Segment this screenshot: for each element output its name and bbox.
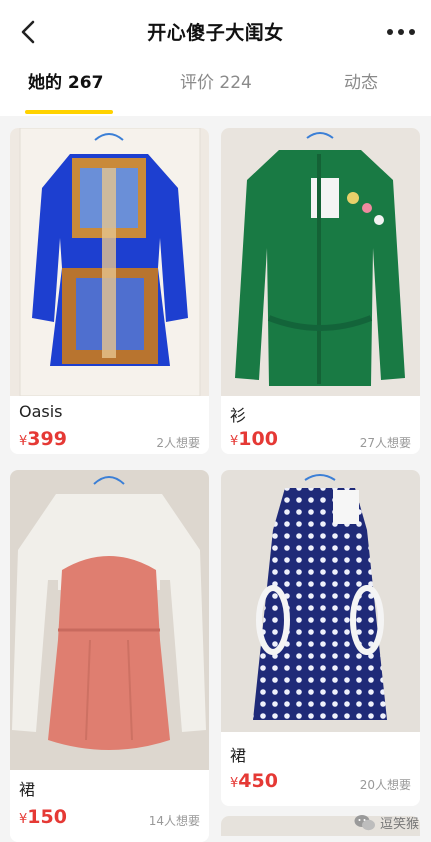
tab-reviews[interactable]: 评价 224 bbox=[180, 68, 252, 93]
item-card[interactable]: Oasis ¥399 2人想要 bbox=[10, 128, 209, 454]
price-value: 450 bbox=[238, 770, 278, 792]
top-bar: 开心傻子大闺女 她的 267 评价 224 动态 bbox=[0, 0, 431, 116]
item-title: 衫 bbox=[230, 406, 247, 425]
item-photo bbox=[10, 470, 209, 770]
active-tab-indicator bbox=[25, 110, 113, 114]
item-title: 裙 bbox=[230, 746, 247, 765]
item-photo bbox=[221, 470, 420, 732]
item-price: ¥150 bbox=[19, 806, 67, 828]
more-button[interactable] bbox=[387, 24, 415, 40]
wants-count: 14人想要 bbox=[148, 814, 200, 828]
wants-count: 2人想要 bbox=[156, 436, 200, 450]
tab-bar: 她的 267 评价 224 动态 bbox=[0, 68, 431, 108]
item-grid: Oasis ¥399 2人想要 衫 ¥100 27人想要 裙 ¥150 14人想… bbox=[0, 116, 431, 842]
item-card[interactable]: 衫 ¥100 27人想要 bbox=[221, 128, 420, 454]
wants-count: 20人想要 bbox=[359, 778, 411, 792]
page-title: 开心傻子大闺女 bbox=[147, 22, 284, 44]
watermark-text: 逗笑猴 bbox=[379, 817, 419, 832]
price-value: 150 bbox=[27, 806, 67, 828]
watermark: 逗笑猴 bbox=[354, 813, 419, 832]
item-photo bbox=[10, 128, 209, 396]
wants-count: 27人想要 bbox=[359, 436, 411, 450]
item-title: 裙 bbox=[19, 780, 36, 799]
item-price: ¥100 bbox=[230, 428, 278, 450]
item-title: Oasis bbox=[19, 402, 63, 421]
tab-her-items[interactable]: 她的 267 bbox=[28, 68, 103, 93]
item-price: ¥399 bbox=[19, 428, 67, 450]
price-value: 399 bbox=[27, 428, 67, 450]
item-price: ¥450 bbox=[230, 770, 278, 792]
price-value: 100 bbox=[238, 428, 278, 450]
item-card[interactable]: 裙 ¥450 20人想要 bbox=[221, 470, 420, 806]
more-horizontal-icon bbox=[387, 29, 393, 35]
item-photo bbox=[221, 128, 420, 396]
item-card[interactable]: 裙 ¥150 14人想要 bbox=[10, 470, 209, 842]
wechat-icon bbox=[354, 814, 375, 830]
tab-activity[interactable]: 动态 bbox=[344, 68, 378, 93]
